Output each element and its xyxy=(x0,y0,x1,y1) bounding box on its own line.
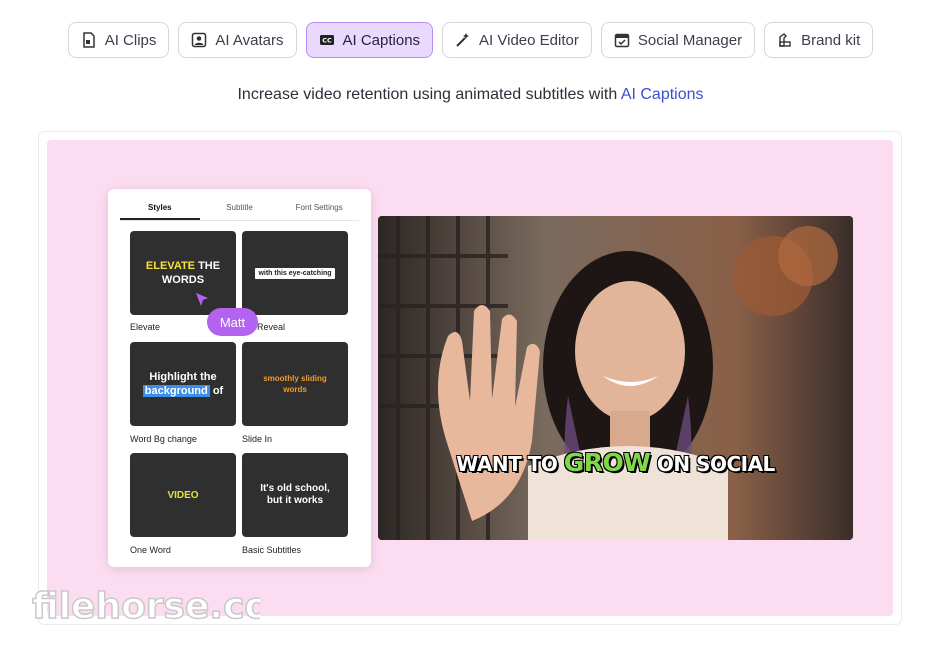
tab-social-manager[interactable]: Social Manager xyxy=(600,22,756,58)
style-preview-text: ELEVATE THE WORDS xyxy=(145,260,221,286)
style-preview-text: smoothly sliding words xyxy=(263,374,327,394)
style-preview-text: with this eye-catching xyxy=(255,267,335,279)
tab-ai-captions[interactable]: CC AI Captions xyxy=(305,22,434,58)
style-slide-in[interactable]: smoothly sliding words xyxy=(242,342,348,426)
style-reveal[interactable]: with this eye-catching xyxy=(242,231,348,315)
section-subtitle: Increase video retention using animated … xyxy=(0,86,941,104)
pointer-cursor-icon xyxy=(196,293,208,306)
panel-tab-subtitle[interactable]: Subtitle xyxy=(200,199,280,220)
panel-tabs: Styles Subtitle Font Settings xyxy=(120,199,359,221)
tab-brand-kit[interactable]: Brand kit xyxy=(764,22,874,58)
style-one-word[interactable]: VIDEO xyxy=(130,453,236,537)
style-label: One Word xyxy=(130,545,171,555)
feature-tabs: AI Clips AI Avatars CC AI Captions AI Vi… xyxy=(0,22,941,58)
tab-label: AI Avatars xyxy=(215,31,284,49)
style-word-bg-change[interactable]: Highlight the background of xyxy=(130,342,236,426)
cc-icon: CC xyxy=(319,32,335,48)
clip-file-icon xyxy=(81,32,97,48)
style-basic-subtitles[interactable]: It's old school, but it works xyxy=(242,453,348,537)
tab-label: AI Captions xyxy=(342,31,421,49)
collaborator-badge: Matt xyxy=(207,308,258,336)
tab-label: AI Video Editor xyxy=(479,31,579,49)
avatar-icon xyxy=(191,32,207,48)
video-preview[interactable]: WANT TO GROW ON SOCIAL xyxy=(378,216,853,540)
tab-label: Social Manager xyxy=(637,31,743,49)
style-preview-text: VIDEO xyxy=(167,489,199,501)
tab-ai-video-editor[interactable]: AI Video Editor xyxy=(442,22,592,58)
subtitle-text: Increase video retention using animated … xyxy=(237,86,621,103)
svg-text:CC: CC xyxy=(322,37,332,45)
style-preview-text: Highlight the background of xyxy=(142,371,224,397)
tab-ai-avatars[interactable]: AI Avatars xyxy=(178,22,297,58)
style-label: Basic Subtitles xyxy=(242,545,302,555)
video-frame-illustration xyxy=(378,216,853,540)
video-caption: WANT TO GROW ON SOCIAL xyxy=(456,448,775,477)
watermark-logo: filehorse.com xyxy=(31,585,260,628)
tab-ai-clips[interactable]: AI Clips xyxy=(67,22,170,58)
calendar-icon xyxy=(614,32,630,48)
style-label: Slide In xyxy=(242,434,273,444)
brand-kit-icon xyxy=(777,32,793,48)
panel-tab-font-settings[interactable]: Font Settings xyxy=(279,199,359,220)
svg-text:filehorse.com: filehorse.com xyxy=(32,586,260,627)
tab-label: AI Clips xyxy=(104,31,157,49)
ai-captions-link[interactable]: AI Captions xyxy=(621,86,704,103)
magic-wand-icon xyxy=(455,32,471,48)
tab-label: Brand kit xyxy=(801,31,861,49)
style-preview-text: It's old school, but it works xyxy=(260,483,330,506)
style-elevate[interactable]: ELEVATE THE WORDS xyxy=(130,231,236,315)
panel-tab-styles[interactable]: Styles xyxy=(120,199,200,220)
style-label: Word Bg change xyxy=(130,434,197,444)
style-label: Elevate xyxy=(130,322,161,332)
